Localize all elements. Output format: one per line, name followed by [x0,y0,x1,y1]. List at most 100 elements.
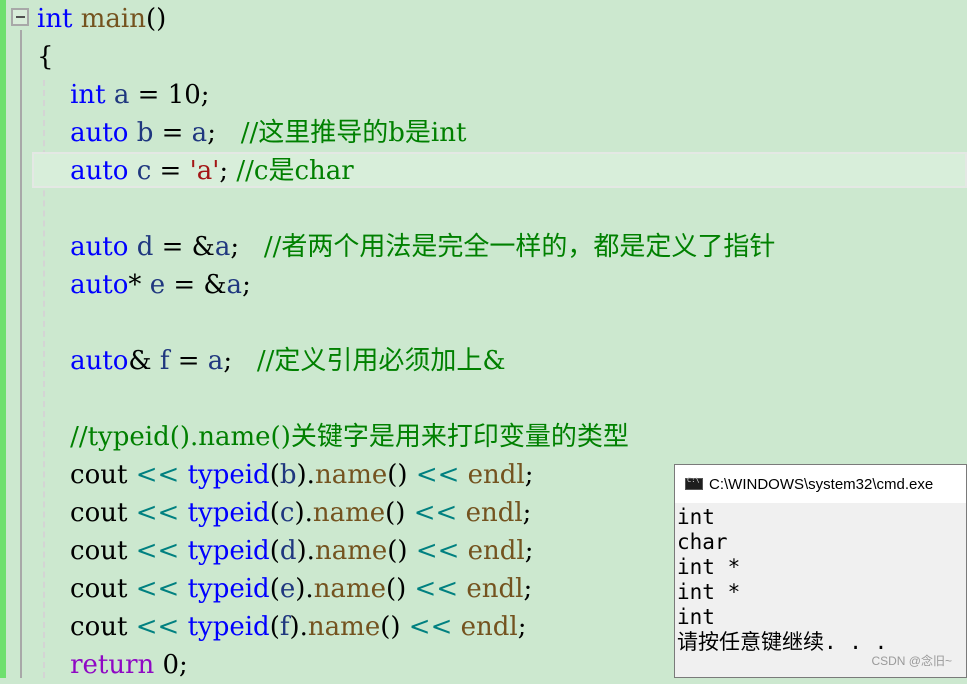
code-token: 0; [154,650,188,680]
code-line[interactable] [37,304,775,342]
code-token: << [135,460,180,490]
code-token: cout [37,536,136,566]
collapse-minus-icon[interactable] [11,8,29,26]
code-token: = & [153,232,215,262]
code-token: ; [524,460,534,490]
code-line[interactable] [37,190,775,228]
code-token: ( [269,498,280,528]
code-token: & [128,346,160,376]
code-line[interactable]: auto c = 'a'; //c是char [37,152,775,190]
code-token: name [313,574,386,604]
code-line[interactable]: cout << typeid(c).name() << endl; [37,494,775,532]
console-line: int * [677,555,741,579]
code-token: << [135,498,180,528]
code-token: ; [523,574,533,604]
change-tracking-bar [0,0,6,678]
console-output: int char int * int * int 请按任意键继续. . . [675,503,966,655]
code-token: ; [517,612,527,642]
code-token: name [307,612,381,642]
code-token: typeid [187,498,270,528]
console-line: int * [677,580,741,604]
code-token: << [415,460,460,490]
code-token: = [169,346,208,376]
code-token: = [129,80,168,110]
code-line[interactable]: int a = 10; [37,76,775,114]
code-token: a [207,346,224,376]
watermark: CSDN @念旧~ [871,654,952,668]
code-token: d [279,536,297,566]
code-line[interactable] [37,380,775,418]
code-token: //者两个用法是完全一样的，都是定义了指针 [263,232,776,262]
code-token: name [314,536,388,566]
code-token: << [413,498,458,528]
code-token: cout [37,612,136,642]
code-token: cout [37,574,136,604]
code-token: typeid [187,536,270,566]
console-line: char [677,530,728,554]
code-token: typeid [187,612,270,642]
code-line[interactable]: cout << typeid(f).name() << endl; [37,608,775,646]
code-token: ( [269,574,280,604]
code-line[interactable]: //typeid().name()关键字是用来打印变量的类型 [37,418,775,456]
code-token: ). [296,536,315,566]
code-token: () [146,4,167,34]
code-token: ). [294,498,313,528]
code-token: auto [70,118,129,148]
code-token: typeid [187,574,270,604]
code-token: auto [70,156,129,186]
code-line[interactable]: auto b = a; //这里推导的b是int [37,114,775,152]
code-token: b [136,118,154,148]
code-line[interactable]: cout << typeid(e).name() << endl; [37,570,775,608]
code-token: 10 [167,80,201,110]
code-line[interactable]: auto& f = a; //定义引用必须加上& [37,342,775,380]
code-token: auto [70,346,129,376]
code-token: << [408,612,453,642]
code-line[interactable]: auto d = &a; //者两个用法是完全一样的，都是定义了指针 [37,228,775,266]
code-token: ; [524,536,534,566]
code-token: () [385,574,415,604]
code-token: //定义引用必须加上& [256,346,506,376]
code-token: b [279,460,297,490]
code-line[interactable]: cout << typeid(b).name() << endl; [37,456,775,494]
code-line[interactable]: cout << typeid(d).name() << endl; [37,532,775,570]
code-token: ; [200,80,210,110]
code-token: ). [295,574,314,604]
code-token: ( [269,536,280,566]
code-token: auto [70,270,129,300]
console-line: int [677,605,715,629]
code-token: int [37,4,73,34]
code-token: * [128,270,150,300]
code-token: ( [269,612,280,642]
code-line[interactable]: return 0; [37,646,775,684]
code-token: return [70,650,155,680]
code-token: d [136,232,154,262]
code-token: cout [37,460,136,490]
code-line[interactable]: int main() [37,0,775,38]
code-token: a [214,232,231,262]
console-title: C:\WINDOWS\system32\cmd.exe [709,475,934,493]
code-line[interactable]: auto* e = &a; [37,266,775,304]
console-window[interactable]: C:\WINDOWS\system32\cmd.exe int char int… [674,464,967,678]
console-title-bar[interactable]: C:\WINDOWS\system32\cmd.exe [675,465,966,503]
fold-region-line [20,30,22,678]
code-token: ; [207,118,241,148]
code-editor[interactable]: int main(){ int a = 10; auto b = a; //这里… [37,0,775,684]
code-token: () [385,498,414,528]
code-line[interactable]: { [37,38,775,76]
